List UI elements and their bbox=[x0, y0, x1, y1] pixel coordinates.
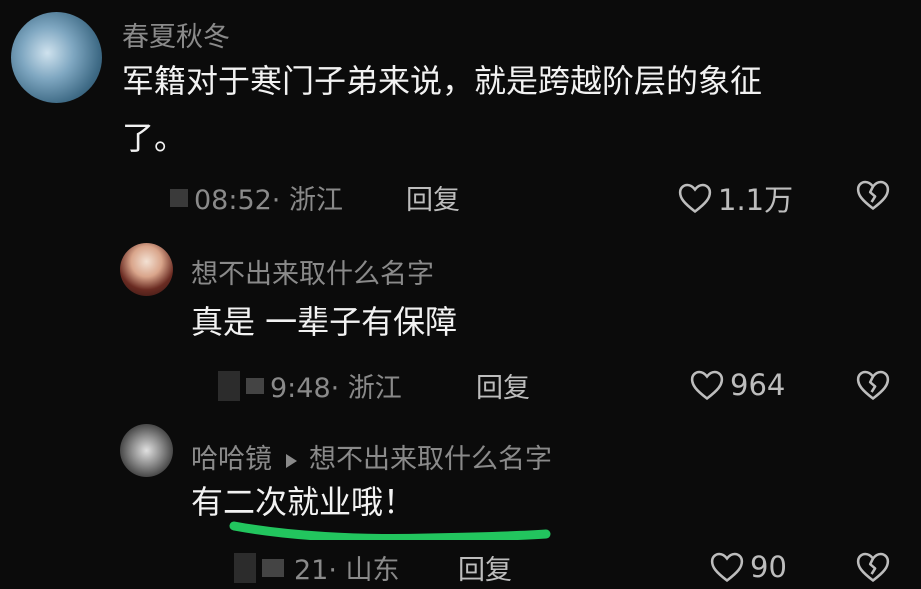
redacted-block bbox=[234, 552, 256, 583]
reply-meta-text: 9:48· 浙江 bbox=[270, 373, 402, 404]
like-count: 90 bbox=[750, 550, 787, 584]
comment-username[interactable]: 春夏秋冬 bbox=[122, 15, 230, 54]
redacted-block bbox=[262, 558, 284, 577]
reply-text: 真是 一辈子有保障 bbox=[191, 303, 458, 341]
like-count: 1.1万 bbox=[718, 183, 794, 217]
reply-meta: 21· 山东 bbox=[234, 548, 400, 587]
comment-text-line2: 了。 bbox=[122, 119, 187, 157]
redacted-block bbox=[170, 188, 188, 207]
like-button[interactable]: 90 bbox=[710, 550, 787, 584]
heart-outline-icon bbox=[678, 183, 712, 214]
reply-button[interactable]: 回复 bbox=[406, 178, 460, 217]
reply-button[interactable]: 回复 bbox=[458, 548, 512, 587]
reply-meta: 9:48· 浙江 bbox=[218, 366, 402, 405]
broken-heart-icon bbox=[856, 552, 890, 583]
comment-meta-text: 08:52· 浙江 bbox=[194, 185, 343, 216]
reply-username[interactable]: 想不出来取什么名字 bbox=[191, 252, 434, 291]
triangle-right-icon bbox=[286, 453, 297, 468]
redacted-block bbox=[218, 370, 240, 401]
comment-thread: 春夏秋冬 军籍对于寒门子弟来说，就是跨越阶层的象征 了。 08:52· 浙江 回… bbox=[0, 0, 921, 589]
dislike-button[interactable] bbox=[856, 369, 890, 405]
avatar[interactable] bbox=[120, 424, 173, 477]
comment-meta: 08:52· 浙江 bbox=[170, 178, 343, 217]
reply-button[interactable]: 回复 bbox=[476, 366, 530, 405]
dislike-button[interactable] bbox=[856, 551, 890, 587]
reply-to-username[interactable]: 想不出来取什么名字 bbox=[309, 444, 552, 475]
redacted-block bbox=[246, 377, 264, 394]
reply-username[interactable]: 哈哈镜 bbox=[191, 444, 272, 475]
broken-heart-icon bbox=[856, 180, 890, 211]
heart-outline-icon bbox=[690, 370, 724, 401]
like-button[interactable]: 964 bbox=[690, 368, 785, 402]
like-button[interactable]: 1.1万 bbox=[678, 177, 793, 219]
heart-outline-icon bbox=[710, 552, 744, 583]
broken-heart-icon bbox=[856, 370, 890, 401]
comment-text-line1: 军籍对于寒门子弟来说，就是跨越阶层的象征 bbox=[122, 62, 763, 100]
reply-meta-text: 21· 山东 bbox=[294, 555, 400, 586]
reply-username-line: 哈哈镜 想不出来取什么名字 bbox=[191, 437, 552, 476]
like-count: 964 bbox=[730, 368, 786, 402]
highlight-underline bbox=[229, 521, 551, 540]
dislike-button[interactable] bbox=[856, 179, 890, 215]
avatar[interactable] bbox=[120, 243, 173, 296]
avatar[interactable] bbox=[11, 12, 102, 103]
